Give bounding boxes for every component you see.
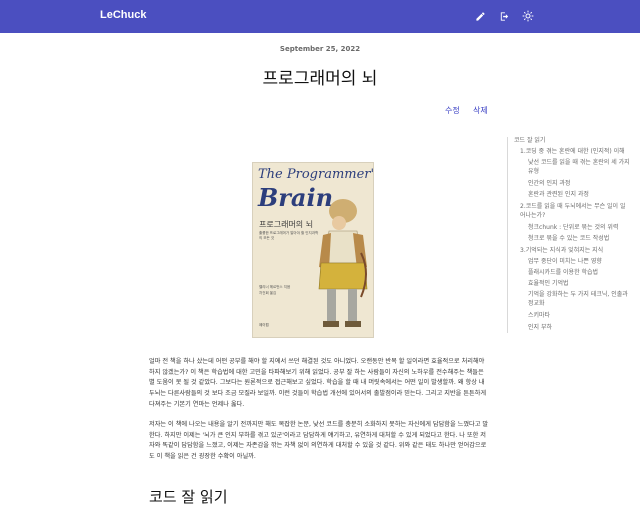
toc-item[interactable]: 혼란과 관련된 인지 과정 [528, 191, 589, 199]
toc-item[interactable]: 청크chunk : 단위로 묶는 것의 위력 [528, 224, 618, 232]
toc-item[interactable]: 1.코딩 중 겪는 혼란에 대한 (인지적) 이해 [520, 148, 625, 156]
toc-item[interactable]: 어나는가? [520, 212, 545, 220]
edit-post-link[interactable]: 수정 [445, 106, 460, 115]
table-of-contents: 코드 잘 읽기 1.코딩 중 겪는 혼란에 대한 (인지적) 이해 낯선 코드를… [507, 137, 640, 333]
post-paragraph: 저자는 이 책에 나오는 내용을 알기 전까지만 해도 복잡한 논문, 낯선 코… [149, 421, 489, 461]
sun-icon [522, 10, 534, 22]
post-paragraph: 얼마 전 책을 하나 샀는데 어떤 공부를 해야 할 지에서 쓰던 해결된 것도… [149, 358, 487, 408]
toc-item[interactable]: 낯선 코드를 읽을 때 겪는 혼란의 세 가지 [528, 159, 630, 167]
pencil-icon [475, 11, 485, 21]
toc-item[interactable]: 효율적인 기억법 [528, 280, 569, 288]
toc-item[interactable]: 업무 중단이 미치는 나쁜 영향 [528, 258, 602, 266]
book-cover-illustration [318, 199, 368, 327]
toc-item[interactable]: 스키마타 [528, 312, 550, 320]
book-cover-title-1: The Programmer's [258, 167, 374, 182]
toc-item[interactable]: 정교화 [528, 300, 545, 308]
toc-item[interactable]: 인간의 인지 과정 [528, 180, 570, 188]
book-cover-image: The Programmer's Brain 프로그래머의 뇌 훌륭한 프로그래… [252, 162, 374, 338]
book-cover-translator: 차건회 옮김 [259, 291, 277, 295]
toc-item[interactable]: 코드 잘 읽기 [514, 137, 545, 145]
brand-logo[interactable]: LeChuck [100, 9, 146, 21]
book-cover-publisher: 제이펍 [259, 323, 269, 327]
app-bar: LeChuck [0, 0, 640, 33]
toc-item[interactable]: 청크로 묶을 수 있는 코드 작성법 [528, 235, 609, 243]
toc-item[interactable]: 3.기억되는 지식과 잊혀지는 지식 [520, 247, 603, 255]
theme-toggle-button[interactable] [521, 9, 535, 23]
section-heading: 코드 잘 읽기 [149, 488, 228, 506]
toc-item[interactable]: 플래시카드를 이용한 학습법 [528, 269, 598, 277]
post-date: September 25, 2022 [279, 45, 361, 53]
toc-item[interactable]: 인지 부하 [528, 324, 552, 332]
book-cover-author: 펠리너 헤르먼스 지음 [259, 285, 291, 289]
edit-button[interactable] [473, 9, 487, 23]
toc-item[interactable]: 기억을 강화하는 두 가지 테크닉, 인출과 [528, 291, 628, 299]
toc-item[interactable]: 2.코드를 읽을 때 두뇌에서는 무슨 일이 일 [520, 203, 626, 211]
logout-button[interactable] [497, 9, 511, 23]
post-title: 프로그래머의 뇌 [262, 69, 378, 89]
toc-item[interactable]: 유형 [528, 168, 539, 176]
delete-post-link[interactable]: 삭제 [473, 106, 488, 115]
logout-icon [500, 11, 508, 21]
